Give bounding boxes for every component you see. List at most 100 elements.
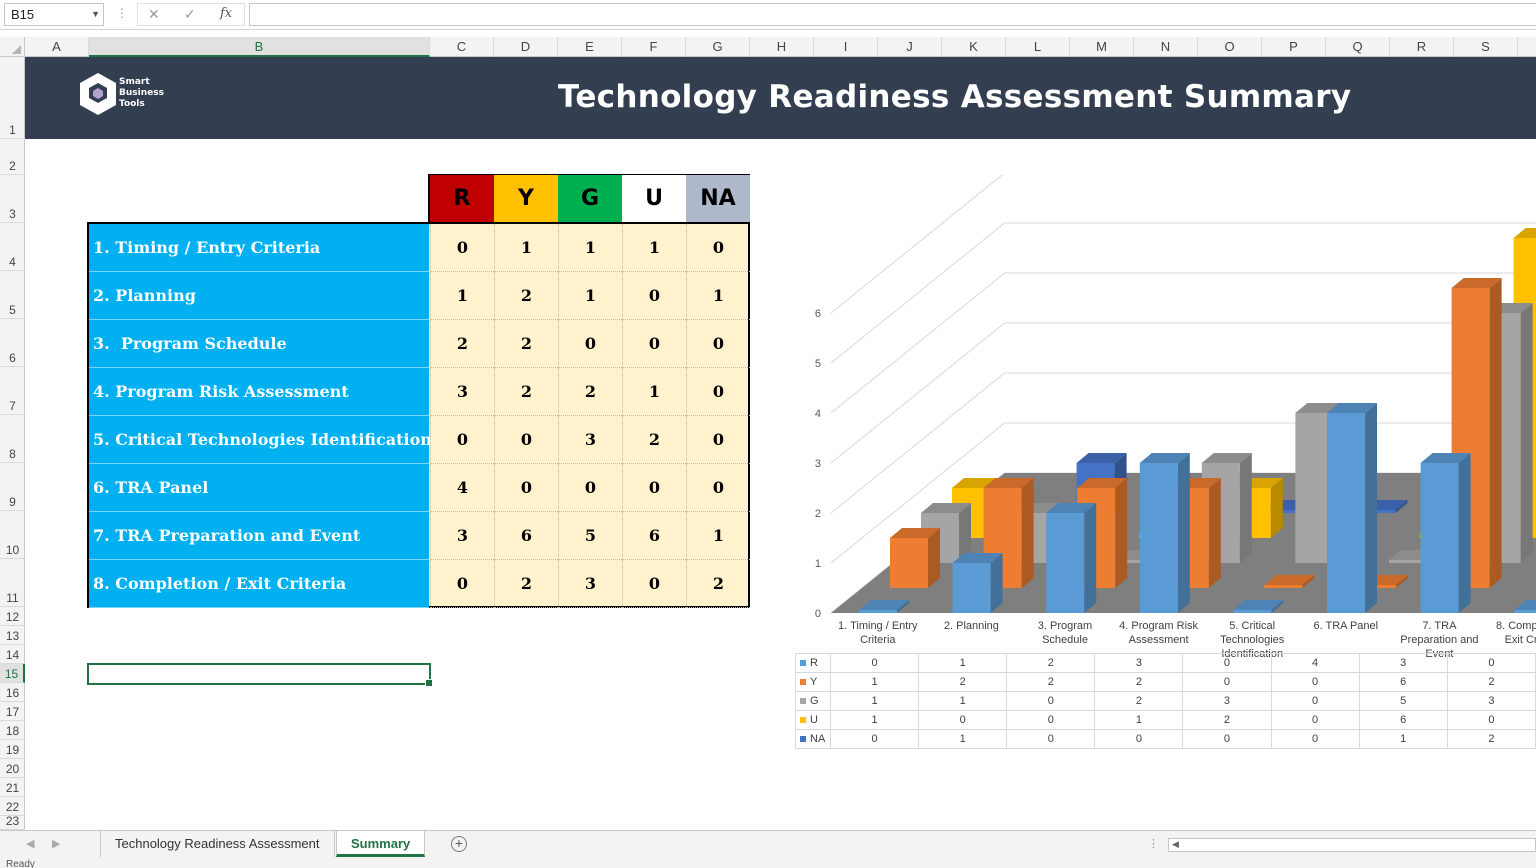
- matrix-cell-u[interactable]: 1: [622, 224, 686, 272]
- matrix-cell-r[interactable]: 0: [430, 560, 494, 608]
- row-header-11[interactable]: 11: [0, 559, 25, 607]
- select-all-button[interactable]: [0, 37, 25, 57]
- matrix-row-label[interactable]: 4. Program Risk Assessment: [89, 368, 429, 416]
- matrix-cell-r[interactable]: 3: [430, 512, 494, 560]
- column-header-p[interactable]: P: [1262, 37, 1326, 57]
- add-sheet-icon[interactable]: +: [451, 836, 467, 852]
- matrix-cell-na[interactable]: 0: [686, 464, 750, 512]
- matrix-cell-y[interactable]: 2: [494, 368, 558, 416]
- matrix-row-label[interactable]: 6. TRA Panel: [89, 464, 429, 512]
- column-header-m[interactable]: M: [1070, 37, 1134, 57]
- column-header-k[interactable]: K: [942, 37, 1006, 57]
- matrix-cell-r[interactable]: 0: [430, 224, 494, 272]
- summary-3d-column-chart[interactable]: 0 1 2 3 4 5 6 1. Timing / Entry Criteria 2. Plann…: [795, 175, 1536, 765]
- matrix-cell-u[interactable]: 0: [622, 272, 686, 320]
- matrix-cell-y[interactable]: 0: [494, 464, 558, 512]
- column-header-h[interactable]: H: [750, 37, 814, 57]
- row-header-13[interactable]: 13: [0, 626, 25, 645]
- row-header-2[interactable]: 2: [0, 139, 25, 175]
- matrix-cell-u[interactable]: 6: [622, 512, 686, 560]
- matrix-cell-u[interactable]: 0: [622, 464, 686, 512]
- scroll-left-arrow-icon[interactable]: ◀: [1172, 839, 1179, 850]
- row-header-12[interactable]: 12: [0, 607, 25, 626]
- row-header-7[interactable]: 7: [0, 367, 25, 415]
- row-header-15[interactable]: 15: [0, 664, 25, 683]
- matrix-cell-na[interactable]: 1: [686, 272, 750, 320]
- matrix-row-label[interactable]: 3. Program Schedule: [89, 320, 429, 368]
- matrix-row-label[interactable]: 1. Timing / Entry Criteria: [89, 224, 429, 272]
- enter-icon[interactable]: ✓: [184, 6, 196, 23]
- column-header-o[interactable]: O: [1198, 37, 1262, 57]
- column-header-c[interactable]: C: [430, 37, 494, 57]
- cancel-icon[interactable]: ✕: [148, 6, 160, 23]
- column-header-a[interactable]: A: [25, 37, 89, 57]
- matrix-cell-r[interactable]: 2: [430, 320, 494, 368]
- matrix-row-label[interactable]: 2. Planning: [89, 272, 429, 320]
- matrix-cell-na[interactable]: 0: [686, 416, 750, 464]
- insert-function-icon[interactable]: fx: [220, 6, 232, 21]
- matrix-cell-na[interactable]: 2: [686, 560, 750, 608]
- matrix-cell-r[interactable]: 3: [430, 368, 494, 416]
- row-header-18[interactable]: 18: [0, 721, 25, 740]
- column-header-s[interactable]: S: [1454, 37, 1518, 57]
- matrix-cell-g[interactable]: 0: [558, 320, 622, 368]
- matrix-cell-r[interactable]: 4: [430, 464, 494, 512]
- row-header-4[interactable]: 4: [0, 223, 25, 271]
- row-header-17[interactable]: 17: [0, 702, 25, 721]
- column-header-g[interactable]: G: [686, 37, 750, 57]
- matrix-cell-g[interactable]: 1: [558, 272, 622, 320]
- row-header-19[interactable]: 19: [0, 740, 25, 759]
- matrix-cell-r[interactable]: 1: [430, 272, 494, 320]
- matrix-cell-y[interactable]: 2: [494, 320, 558, 368]
- row-header-21[interactable]: 21: [0, 778, 25, 797]
- name-box[interactable]: B15 ▼: [4, 3, 104, 26]
- matrix-cell-g[interactable]: 3: [558, 560, 622, 608]
- matrix-cell-na[interactable]: 0: [686, 368, 750, 416]
- matrix-row-label[interactable]: 5. Critical Technologies Identification: [89, 416, 432, 464]
- tab-scroll-left-icon[interactable]: ◀: [26, 837, 34, 850]
- matrix-cell-g[interactable]: 5: [558, 512, 622, 560]
- column-header-f[interactable]: F: [622, 37, 686, 57]
- column-header-d[interactable]: D: [494, 37, 558, 57]
- matrix-cell-g[interactable]: 2: [558, 368, 622, 416]
- row-header-10[interactable]: 10: [0, 511, 25, 559]
- column-header-b[interactable]: B: [89, 37, 430, 57]
- matrix-cell-na[interactable]: 0: [686, 320, 750, 368]
- row-header-6[interactable]: 6: [0, 319, 25, 367]
- matrix-cell-y[interactable]: 1: [494, 224, 558, 272]
- column-header-j[interactable]: J: [878, 37, 942, 57]
- matrix-cell-na[interactable]: 1: [686, 512, 750, 560]
- formula-input[interactable]: [249, 3, 1536, 26]
- matrix-cell-y[interactable]: 6: [494, 512, 558, 560]
- matrix-cell-u[interactable]: 0: [622, 320, 686, 368]
- tab-scroll-right-icon[interactable]: ▶: [52, 837, 60, 850]
- row-header-3[interactable]: 3: [0, 175, 25, 223]
- horizontal-scrollbar[interactable]: ◀: [1168, 838, 1536, 852]
- row-header-14[interactable]: 14: [0, 645, 25, 664]
- column-header-r[interactable]: R: [1390, 37, 1454, 57]
- column-header-q[interactable]: Q: [1326, 37, 1390, 57]
- column-header-n[interactable]: N: [1134, 37, 1198, 57]
- column-header-l[interactable]: L: [1006, 37, 1070, 57]
- matrix-cell-y[interactable]: 2: [494, 560, 558, 608]
- row-header-5[interactable]: 5: [0, 271, 25, 319]
- column-header-i[interactable]: I: [814, 37, 878, 57]
- tab-summary[interactable]: Summary: [336, 831, 426, 857]
- matrix-cell-y[interactable]: 0: [494, 416, 558, 464]
- matrix-cell-g[interactable]: 1: [558, 224, 622, 272]
- row-header-8[interactable]: 8: [0, 415, 25, 463]
- tab-technology-readiness-assessment[interactable]: Technology Readiness Assessment: [100, 831, 335, 857]
- matrix-cell-u[interactable]: 0: [622, 560, 686, 608]
- matrix-row-label[interactable]: 8. Completion / Exit Criteria: [89, 560, 429, 608]
- row-header-16[interactable]: 16: [0, 683, 25, 702]
- matrix-cell-u[interactable]: 2: [622, 416, 686, 464]
- column-header-e[interactable]: E: [558, 37, 622, 57]
- matrix-cell-r[interactable]: 0: [430, 416, 494, 464]
- selected-cell-b15[interactable]: [87, 663, 433, 687]
- matrix-cell-g[interactable]: 0: [558, 464, 622, 512]
- row-header-20[interactable]: 20: [0, 759, 25, 778]
- matrix-cell-u[interactable]: 1: [622, 368, 686, 416]
- row-header-1[interactable]: 1: [0, 57, 25, 139]
- matrix-row-label[interactable]: 7. TRA Preparation and Event: [89, 512, 429, 560]
- row-header-23[interactable]: 23: [0, 814, 25, 830]
